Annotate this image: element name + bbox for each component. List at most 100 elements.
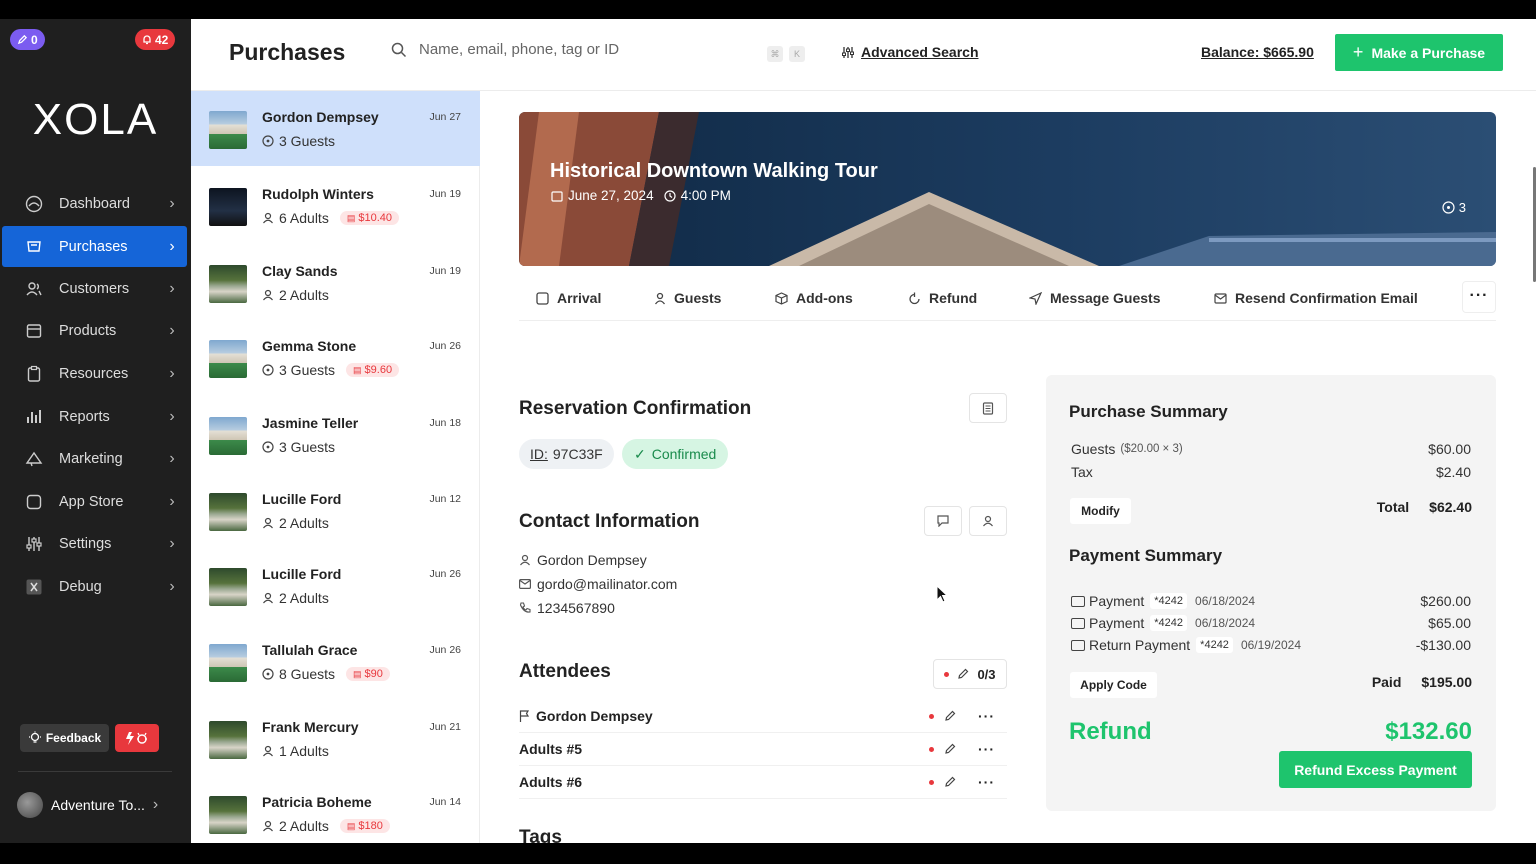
- message-guests-label: Message Guests: [1050, 290, 1161, 306]
- nav-settings[interactable]: Settings ›: [2, 523, 187, 564]
- contact-name-row: Gordon Dempsey: [519, 552, 647, 568]
- payment-date: 06/18/2024: [1195, 594, 1256, 608]
- more-options-icon[interactable]: ···: [978, 741, 995, 757]
- receipt-button[interactable]: [969, 393, 1007, 423]
- payment-label: Payment: [1089, 615, 1145, 631]
- nav-debug[interactable]: Debug ›: [2, 566, 187, 607]
- reservation-id-chip[interactable]: ID: 97C33F: [519, 439, 614, 469]
- pencil-icon[interactable]: [944, 776, 956, 788]
- nav-resources[interactable]: Resources ›: [2, 353, 187, 394]
- refund-excess-payment-button[interactable]: Refund Excess Payment: [1279, 751, 1472, 788]
- sidebar-divider: [18, 771, 172, 772]
- phone-icon: [519, 602, 531, 613]
- nav-marketing[interactable]: Marketing ›: [2, 438, 187, 479]
- event-banner: Historical Downtown Walking Tour June 27…: [519, 112, 1496, 266]
- amount-due: $90: [364, 668, 383, 680]
- purchase-date: Jun 19: [429, 265, 461, 277]
- arrival-button[interactable]: Arrival: [536, 281, 601, 315]
- notes-count: 0: [31, 32, 38, 47]
- refund-button[interactable]: Refund: [908, 281, 977, 315]
- feedback-label: Feedback: [45, 731, 102, 745]
- guests-line-label: Guests: [1071, 441, 1116, 457]
- nav-dashboard[interactable]: Dashboard ›: [2, 183, 187, 224]
- purchase-row[interactable]: Jasmine Teller Jun 18 3 Guests: [191, 397, 480, 472]
- box-icon: [775, 291, 788, 305]
- more-options-icon[interactable]: ···: [978, 708, 995, 724]
- payment-amount: $65.00: [1428, 615, 1471, 631]
- attendee-row[interactable]: Adults #5 ···: [519, 733, 1007, 766]
- amount-due: $9.60: [364, 364, 393, 376]
- nav-reports[interactable]: Reports ›: [2, 396, 187, 437]
- purchase-row[interactable]: Clay Sands Jun 19 2 Adults: [191, 245, 480, 320]
- event-title: Historical Downtown Walking Tour: [550, 160, 878, 182]
- make-purchase-button[interactable]: + Make a Purchase: [1335, 34, 1503, 71]
- guest-summary: 1 Adults: [262, 743, 329, 759]
- sidebar: 0 42 XOLA Dashboard › Purchases › Customer…: [0, 19, 191, 843]
- alerts-badge[interactable]: 42: [135, 29, 176, 50]
- guest-summary: 2 Adults: [262, 515, 329, 531]
- search-box[interactable]: [391, 41, 811, 58]
- products-icon: [24, 321, 44, 341]
- purchase-row[interactable]: Rudolph Winters Jun 19 6 Adults ▤ $10.40: [191, 168, 480, 243]
- purchase-row[interactable]: Lucille Ford Jun 26 2 Adults: [191, 548, 480, 623]
- customer-name: Lucille Ford: [262, 566, 342, 582]
- pencil-icon[interactable]: [944, 743, 956, 755]
- purchase-row[interactable]: Gemma Stone Jun 26 3 Guests ▤ $9.60: [191, 320, 480, 395]
- resend-confirmation-button[interactable]: Resend Confirmation Email: [1214, 281, 1418, 315]
- guests-icon: [262, 364, 274, 376]
- payment-summary-title: Payment Summary: [1069, 546, 1223, 565]
- nav-customers[interactable]: Customers ›: [2, 268, 187, 309]
- view-customer-button[interactable]: [969, 506, 1007, 536]
- avatar: [17, 792, 43, 818]
- more-actions-button[interactable]: ···: [1462, 281, 1496, 313]
- attendee-name: Adults #5: [519, 741, 583, 757]
- notes-badge[interactable]: 0: [10, 29, 45, 50]
- sliders-icon: [842, 46, 854, 58]
- advanced-search-link[interactable]: Advanced Search: [841, 44, 979, 60]
- attendee-row[interactable]: Adults #6 ···: [519, 766, 1007, 799]
- payment-row: Payment *4242 06/18/2024 $260.00: [1071, 593, 1471, 609]
- guest-summary: 3 Guests: [262, 133, 335, 149]
- apply-code-button[interactable]: Apply Code: [1070, 672, 1157, 698]
- purchase-row[interactable]: Frank Mercury Jun 21 1 Adults: [191, 701, 480, 776]
- contact-phone-row[interactable]: 1234567890: [519, 600, 615, 616]
- search-input[interactable]: [419, 41, 749, 58]
- add-ons-button[interactable]: Add-ons: [775, 281, 853, 315]
- modify-button[interactable]: Modify: [1070, 498, 1131, 524]
- chevron-right-icon: ›: [169, 492, 175, 510]
- purchase-row[interactable]: Gordon Dempsey Jun 27 3 Guests: [191, 91, 480, 166]
- more-options-icon[interactable]: ···: [978, 774, 995, 790]
- nav-app-store[interactable]: App Store ›: [2, 481, 187, 522]
- contact-email-row[interactable]: gordo@mailinator.com: [519, 576, 677, 592]
- event-date: June 27, 2024: [568, 188, 654, 203]
- feedback-button[interactable]: Feedback: [20, 724, 109, 752]
- ellipsis-icon: ···: [1469, 287, 1489, 304]
- tax-line: Tax $2.40: [1071, 464, 1471, 480]
- purchase-row[interactable]: Tallulah Grace Jun 26 8 Guests ▤ $90: [191, 624, 480, 699]
- attendee-checkin-count[interactable]: 0/3: [933, 659, 1007, 689]
- person-icon: [262, 820, 274, 832]
- attendee-row[interactable]: Gordon Dempsey ···: [519, 700, 1007, 733]
- xola-logo[interactable]: XOLA: [0, 95, 191, 145]
- message-guests-button[interactable]: Message Guests: [1029, 281, 1161, 315]
- amount-due-badge: ▤ $10.40: [339, 211, 399, 225]
- pen-icon: [17, 34, 28, 45]
- purchase-row[interactable]: Patricia Boheme Jun 14 2 Adults ▤ $180: [191, 776, 480, 843]
- account-switcher[interactable]: Adventure To... ›: [17, 791, 177, 819]
- purchase-row[interactable]: Lucille Ford Jun 12 2 Adults: [191, 473, 480, 548]
- search-icon: [391, 42, 407, 57]
- bell-icon: [143, 35, 151, 45]
- nav-products[interactable]: Products ›: [2, 310, 187, 351]
- bug-report-button[interactable]: [115, 724, 159, 752]
- nav-label: Debug: [59, 578, 102, 595]
- purchase-list: Gordon Dempsey Jun 27 3 Guests Rudolph Wint…: [191, 91, 480, 843]
- guests-button[interactable]: Guests: [654, 281, 721, 315]
- pencil-icon[interactable]: [944, 710, 956, 722]
- payment-date: 06/19/2024: [1240, 638, 1301, 652]
- nav-purchases[interactable]: Purchases ›: [2, 226, 187, 267]
- app-window: 0 42 XOLA Dashboard › Purchases › Customer…: [0, 19, 1536, 843]
- invoice-icon: ▤: [346, 212, 356, 223]
- balance-link[interactable]: Balance: $665.90: [1201, 44, 1314, 60]
- customer-name: Tallulah Grace: [262, 642, 358, 658]
- message-contact-button[interactable]: [924, 506, 962, 536]
